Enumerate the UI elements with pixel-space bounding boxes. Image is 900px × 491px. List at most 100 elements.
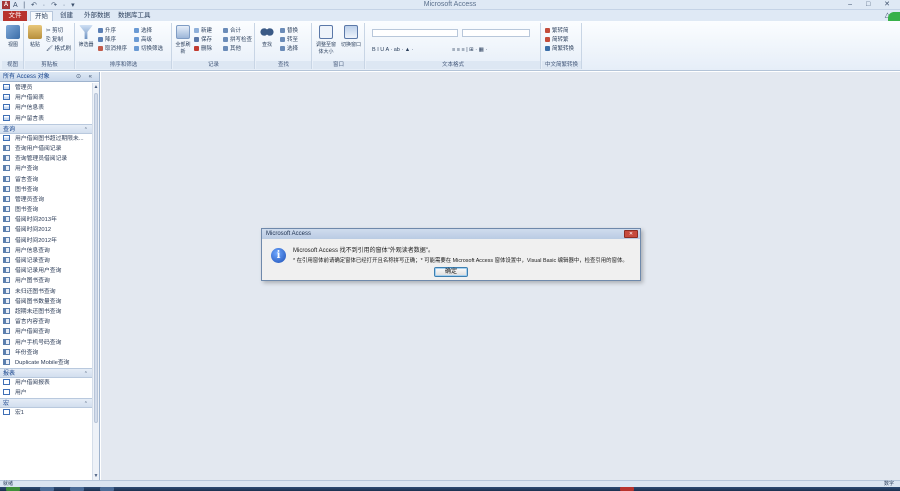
scroll-up-icon[interactable]: ▲: [93, 83, 99, 91]
totals-button[interactable]: 合计: [223, 26, 241, 34]
view-button[interactable]: 视图: [4, 25, 22, 55]
scroll-down-icon[interactable]: ▼: [93, 472, 99, 480]
dialog-ok-button[interactable]: 确定: [434, 267, 468, 277]
sort-ascending-button[interactable]: 升序: [98, 26, 116, 34]
nav-item[interactable]: Duplicate Mobile查询: [0, 358, 92, 368]
switch-windows-button[interactable]: 切换窗口: [340, 25, 362, 55]
trad-to-simp-button[interactable]: 繁转简: [545, 26, 569, 34]
query-icon: [3, 226, 10, 233]
switch-windows-icon: [344, 25, 358, 39]
refresh-all-button[interactable]: 全部刷新: [174, 25, 192, 55]
query-icon: [3, 348, 10, 355]
query-icon: [3, 236, 10, 243]
dialog-title-bar: Microsoft Access ✕: [262, 229, 640, 239]
clear-sort-button[interactable]: 取消排序: [98, 44, 127, 52]
group-text-formatting-label: 文本格式: [366, 61, 540, 69]
nav-item[interactable]: 超期未还图书查询: [0, 307, 92, 317]
more-button[interactable]: 其他: [223, 44, 241, 52]
nav-item[interactable]: 借阅记录查询: [0, 256, 92, 266]
save-record-button[interactable]: 保存: [194, 35, 212, 43]
tab-file[interactable]: 文件: [3, 11, 27, 21]
nav-item[interactable]: 年份查询: [0, 348, 92, 358]
nav-item[interactable]: 借阅时间2012: [0, 225, 92, 235]
font-name-dropdown[interactable]: [372, 29, 458, 37]
nav-item[interactable]: 借阅记录用户查询: [0, 266, 92, 276]
nav-pane-header[interactable]: 所有 Access 对象 ⊙ «: [0, 72, 99, 82]
nav-item[interactable]: 借阅时间2013年: [0, 215, 92, 225]
nav-item-label: 年份查询: [15, 349, 39, 356]
nav-item[interactable]: 管理员: [0, 83, 92, 93]
clear-sort-label: 取消排序: [105, 46, 128, 52]
dialog-close-button[interactable]: ✕: [624, 230, 638, 238]
nav-item[interactable]: 用户借阅图书超过期限未...: [0, 134, 92, 144]
nav-item[interactable]: 用户借阅报表: [0, 378, 92, 388]
goto-button[interactable]: 转至: [280, 35, 298, 43]
chevron-up-icon[interactable]: ⌃: [84, 125, 88, 135]
nav-item[interactable]: 借阅图书数量查询: [0, 297, 92, 307]
group-clipboard-label: 剪贴板: [25, 61, 74, 69]
new-record-button[interactable]: 新建: [194, 26, 212, 34]
format-painter-button[interactable]: 🖌 格式刷: [46, 44, 71, 52]
text-style-buttons[interactable]: B I U A · ab · ▲ ·: [372, 47, 414, 53]
nav-item[interactable]: 借阅时间2012年: [0, 236, 92, 246]
taskbar-access-app[interactable]: [620, 487, 634, 491]
nav-item[interactable]: 未归还图书查询: [0, 287, 92, 297]
nav-group-header[interactable]: 查询 ⌃: [0, 123, 92, 135]
selection-button[interactable]: 选择: [134, 26, 152, 34]
nav-item[interactable]: 查询用户借阅记录: [0, 144, 92, 154]
nav-item[interactable]: 留言内容查询: [0, 317, 92, 327]
scroll-thumb[interactable]: [94, 93, 98, 423]
error-dialog: Microsoft Access ✕ i Microsoft Access 找不…: [261, 228, 641, 281]
group-records-label: 记录: [173, 61, 254, 69]
sort-descending-button[interactable]: 降序: [98, 35, 116, 43]
tab-create[interactable]: 创建: [56, 11, 77, 21]
cut-button[interactable]: ✂ 剪切: [46, 26, 63, 34]
nav-item[interactable]: 用户查询: [0, 164, 92, 174]
paste-button[interactable]: 粘贴: [26, 25, 44, 55]
chevron-up-icon[interactable]: ⌃: [84, 369, 88, 379]
nav-item[interactable]: 留言查询: [0, 175, 92, 185]
tab-database-tools[interactable]: 数据库工具: [114, 11, 155, 21]
nav-item[interactable]: 用户信息查询: [0, 246, 92, 256]
taskbar-start-button[interactable]: [6, 487, 20, 491]
size-to-fit-button[interactable]: 调整至窗体大小: [315, 25, 337, 55]
nav-item[interactable]: 用户借阅表: [0, 93, 92, 103]
taskbar-app-3[interactable]: [100, 487, 114, 491]
nav-item[interactable]: 用户手机号码查询: [0, 338, 92, 348]
nav-item[interactable]: 用户: [0, 388, 92, 398]
nav-item[interactable]: 用户图书查询: [0, 276, 92, 286]
nav-item[interactable]: 管理员查询: [0, 195, 92, 205]
replace-button[interactable]: 替换: [280, 26, 298, 34]
chevron-up-icon[interactable]: ⌃: [84, 399, 88, 409]
tab-external-data[interactable]: 外部数据: [80, 11, 114, 21]
taskbar-app-2[interactable]: [70, 487, 84, 491]
filter-button[interactable]: 筛选器: [77, 25, 95, 55]
select-button[interactable]: 选择: [280, 44, 298, 52]
nav-item[interactable]: 用户信息表: [0, 103, 92, 113]
copy-button[interactable]: ⎘ 复制: [46, 35, 63, 44]
nav-scrollbar[interactable]: ▲ ▼: [92, 83, 99, 480]
font-size-dropdown[interactable]: [462, 29, 530, 37]
find-button[interactable]: 查找: [258, 25, 276, 55]
tab-home[interactable]: 开始: [30, 11, 53, 21]
find-button-label: 查找: [261, 42, 272, 48]
alignment-buttons[interactable]: ≡ ≡ ≡ | ⊞ · ▦ ·: [452, 47, 487, 53]
taskbar-app-1[interactable]: [40, 487, 54, 491]
delete-record-button[interactable]: 删除: [194, 44, 212, 52]
nav-item[interactable]: 查询管理员借阅记录: [0, 154, 92, 164]
nav-group-header[interactable]: 宏 ⌃: [0, 398, 92, 409]
simp-to-trad-button[interactable]: 简转繁: [545, 35, 569, 43]
nav-item[interactable]: 用户留言表: [0, 114, 92, 124]
toggle-filter-button[interactable]: 切换筛选: [134, 44, 163, 52]
spelling-button[interactable]: 拼写检查: [223, 35, 252, 43]
advanced-button[interactable]: 高级: [134, 35, 152, 43]
nav-item[interactable]: 用户借阅查询: [0, 327, 92, 337]
nav-item[interactable]: 宏1: [0, 408, 92, 418]
nav-pane-header-controls[interactable]: ⊙ «: [76, 72, 95, 82]
simp-trad-convert-button[interactable]: 简繁转换: [545, 44, 574, 52]
nav-item[interactable]: 图书查询: [0, 185, 92, 195]
nav-item-label: 用户借阅图书超过期限未...: [15, 135, 84, 142]
nav-group-header[interactable]: 报表 ⌃: [0, 368, 92, 379]
window-controls[interactable]: – □ ✕: [848, 0, 896, 8]
nav-item[interactable]: 图书查询: [0, 205, 92, 215]
